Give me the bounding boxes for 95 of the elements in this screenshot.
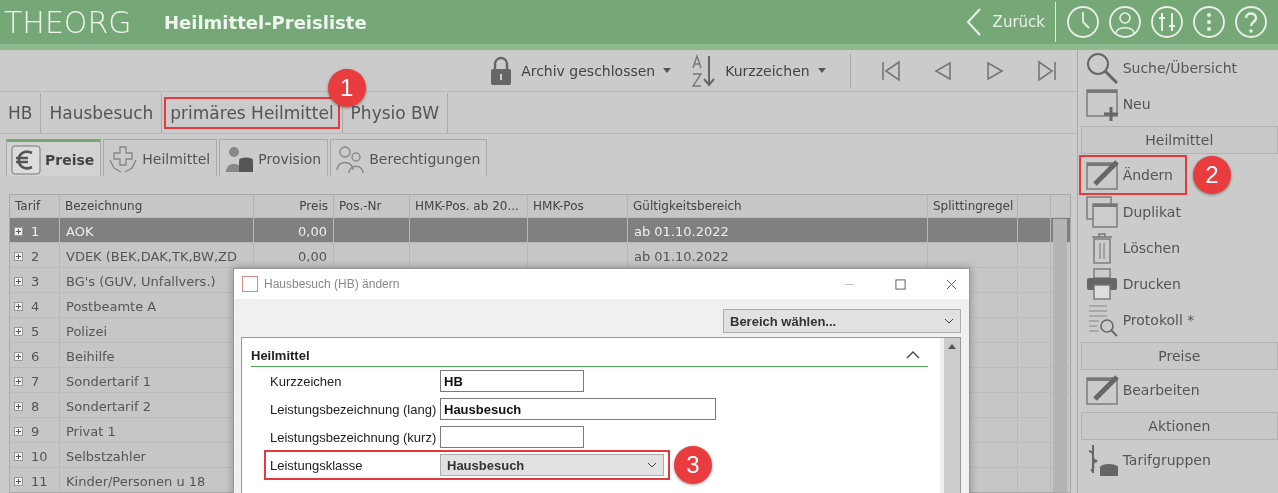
euro-icon bbox=[11, 145, 41, 175]
input-field[interactable]: HB bbox=[440, 370, 584, 392]
sidebar-button[interactable]: Protokoll * bbox=[1080, 302, 1199, 338]
edit-icon bbox=[1084, 373, 1119, 407]
table-cell: ab 01.10.2022 bbox=[634, 224, 729, 239]
chevron-down-icon bbox=[647, 462, 657, 468]
chevron-left-icon bbox=[964, 7, 983, 37]
sidebar-button[interactable]: Neu bbox=[1080, 86, 1155, 122]
app-icon bbox=[242, 276, 258, 292]
table-cell: 4 bbox=[31, 299, 40, 314]
sidebar-button[interactable]: Ändern bbox=[1080, 157, 1185, 193]
table-cell: Kinder/Personen u 18 bbox=[66, 474, 206, 489]
section-title: Heilmittel bbox=[251, 347, 310, 363]
table-cell: 3 bbox=[31, 274, 40, 289]
expand-icon[interactable] bbox=[14, 227, 23, 236]
table-cell: 10 bbox=[31, 449, 48, 464]
tab[interactable]: Heilmittel bbox=[103, 139, 218, 176]
table-cell: 9 bbox=[31, 424, 40, 439]
table-cell: 7 bbox=[31, 374, 40, 389]
expand-icon[interactable] bbox=[14, 352, 23, 361]
tab[interactable]: Berechtigungen bbox=[330, 139, 488, 176]
tab[interactable]: Preise bbox=[6, 139, 102, 176]
class-dropdown[interactable]: Hausbesuch bbox=[440, 454, 664, 476]
field-label: Leistungsbezeichnung (kurz) bbox=[270, 429, 438, 445]
table-cell: Beihilfe bbox=[66, 349, 115, 364]
sliders-icon[interactable] bbox=[1150, 5, 1184, 39]
record-field: HB bbox=[4, 98, 37, 127]
app-logo: THEORG bbox=[4, 4, 133, 40]
field-label: Kurzzeichen bbox=[270, 373, 343, 389]
record-field: Hausbesuch bbox=[45, 98, 158, 127]
duplicate-icon bbox=[1084, 195, 1119, 229]
expand-icon[interactable] bbox=[14, 277, 23, 286]
maximize-icon[interactable] bbox=[895, 278, 906, 290]
table-cell: Sondertarif 2 bbox=[66, 399, 152, 414]
expand-icon[interactable] bbox=[14, 327, 23, 336]
table-cell: 6 bbox=[31, 349, 40, 364]
expand-icon[interactable] bbox=[14, 452, 23, 461]
sidebar-button[interactable]: Drucken bbox=[1080, 266, 1185, 302]
dialog-title: Hausbesuch (HB) ändern bbox=[264, 277, 400, 291]
table-cell: ab 01.10.2022 bbox=[634, 249, 729, 264]
lock-icon bbox=[489, 55, 514, 86]
page-title: Heilmittel-Preisliste bbox=[164, 11, 367, 33]
area-dropdown[interactable]: Bereich wählen... bbox=[723, 309, 961, 333]
table-cell: Sondertarif 1 bbox=[66, 374, 152, 389]
person-coins-icon bbox=[224, 144, 255, 174]
hands-cross-icon bbox=[108, 144, 139, 174]
sidebar-button[interactable]: Löschen bbox=[1080, 230, 1185, 266]
sidebar-button[interactable]: Suche/Übersicht bbox=[1080, 50, 1242, 86]
table-cell: 8 bbox=[31, 399, 40, 414]
expand-icon[interactable] bbox=[14, 377, 23, 386]
sidebar-button[interactable]: Bearbeiten bbox=[1080, 372, 1204, 408]
new-window-icon bbox=[1084, 87, 1119, 121]
scrollbar[interactable] bbox=[1053, 219, 1067, 492]
table-cell: 11 bbox=[31, 474, 48, 489]
expand-icon[interactable] bbox=[14, 252, 23, 261]
table-cell: VDEK (BEK,DAK,TK,BW,ZD bbox=[66, 249, 237, 264]
table-cell: Privat 1 bbox=[66, 424, 116, 439]
printer-icon bbox=[1084, 267, 1119, 301]
expand-icon[interactable] bbox=[14, 427, 23, 436]
section-header: Preise bbox=[1080, 342, 1278, 370]
callout-marker: 3 bbox=[674, 446, 712, 484]
chevron-down-icon bbox=[944, 318, 954, 324]
sidebar-button[interactable]: Duplikat bbox=[1080, 194, 1185, 230]
section-header: Aktionen bbox=[1080, 412, 1278, 440]
table-cell: 0,00 bbox=[298, 249, 327, 264]
sidebar-button[interactable]: Tarifgruppen bbox=[1080, 442, 1215, 478]
table-cell: Postbeamte A bbox=[66, 299, 157, 314]
table-cell: 2 bbox=[31, 249, 40, 264]
edit-icon bbox=[1084, 158, 1119, 192]
tab[interactable]: Provision bbox=[219, 139, 329, 176]
callout-marker: 2 bbox=[1192, 156, 1231, 194]
table-cell: 0,00 bbox=[298, 224, 327, 239]
sort-dropdown[interactable]: Kurzzeichen bbox=[685, 52, 832, 89]
search-icon bbox=[1084, 51, 1119, 85]
table-cell: Selbstzahler bbox=[66, 449, 146, 464]
section-header: Heilmittel bbox=[1080, 126, 1278, 154]
scrollbar[interactable] bbox=[940, 338, 960, 493]
table-cell: BG's (GUV, Unfallvers.) bbox=[66, 274, 216, 289]
input-field[interactable]: Hausbesuch bbox=[440, 398, 716, 420]
close-icon[interactable] bbox=[946, 278, 957, 290]
field-label: Leistungsklasse bbox=[270, 457, 364, 473]
expand-icon[interactable] bbox=[14, 402, 23, 411]
scroll-up-icon[interactable] bbox=[948, 344, 956, 349]
table-cell: 5 bbox=[31, 324, 40, 339]
table-cell: AOK bbox=[66, 224, 94, 239]
expand-icon[interactable] bbox=[14, 302, 23, 311]
people-icon bbox=[335, 144, 366, 174]
table-cell: Polizei bbox=[66, 324, 107, 339]
table-cell: 1 bbox=[31, 224, 40, 239]
collapse-icon[interactable] bbox=[906, 351, 920, 359]
expand-icon[interactable] bbox=[14, 477, 23, 486]
field-label: Leistungsbezeichnung (lang) bbox=[270, 401, 438, 417]
input-field[interactable] bbox=[440, 426, 584, 448]
archive-dropdown[interactable]: Archiv geschlossen bbox=[483, 54, 678, 87]
sort-icon bbox=[691, 53, 718, 88]
